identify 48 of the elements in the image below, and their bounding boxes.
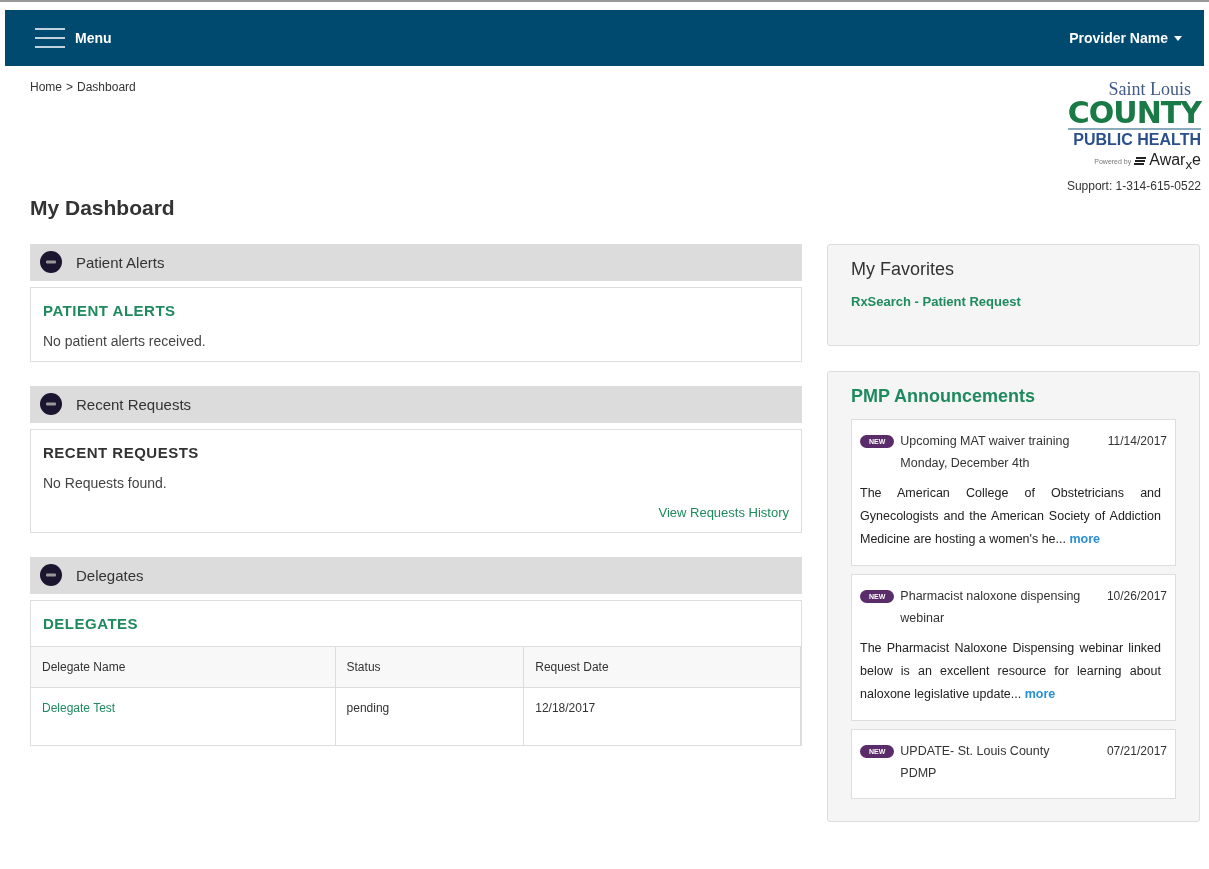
column-header: Status [335,646,524,687]
menu-button[interactable]: Menu [35,28,112,48]
more-link[interactable]: more [1024,686,1056,701]
panel-header-label: Delegates [76,566,144,584]
breadcrumb-link[interactable]: Dashboard [77,80,136,192]
menu-icon [35,28,65,48]
card-title: My Favorites [851,258,956,280]
panel-header-label: Recent Requests [76,395,192,413]
column-header: Request Date [523,646,801,687]
panel-title: RECENT REQUESTS [43,443,200,461]
column-header: Delegate Name [31,646,336,687]
panel-title: PATIENT ALERTS [43,301,177,319]
panel-header[interactable]: Patient Alerts [30,243,802,281]
panel-header-label: Patient Alerts [76,253,165,271]
announcement-date: 11/14/2017 [1107,432,1167,450]
announcement-title: UPDATE- St. Louis County PDMP [900,742,1051,782]
table-cell: Delegate Test [31,687,336,745]
announcement-date: 07/21/2017 [1106,742,1167,760]
collapse-icon[interactable] [40,564,62,586]
more-link[interactable]: more [1069,531,1101,546]
announcement-title: Pharmacist naloxone dispensing webinar [900,587,1082,627]
page-title: My Dashboard [30,195,176,220]
support-phone: Support: 1-314-615-0522 [1066,179,1201,192]
empty-message: No Requests found. [43,474,168,491]
logo-text: Saint Louis [1108,80,1192,98]
breadcrumb-separator: > [66,80,74,96]
history-link[interactable]: View Requests History [658,504,789,520]
announcement-text: The Pharmacist Naloxone Dispensing webinar linked below is an excellent resource for learning about naloxone legislative update... more [860,639,1162,703]
logo-text: COUNTY [1067,98,1201,130]
announcement-title: Upcoming MAT waiver training Monday, December 4th [900,432,1071,472]
table-cell: pending [335,687,524,745]
card-title: PMP Announcements [851,385,1037,407]
panel-title: DELEGATES [43,614,140,632]
table-cell: 12/18/2017 [523,687,801,745]
collapse-icon[interactable] [40,393,62,415]
logo-text: PUBLIC HEALTH [1073,130,1201,148]
caret-icon [1174,35,1182,41]
empty-message: No patient alerts received. [43,332,207,349]
panel-header[interactable]: Delegates [30,556,802,594]
stripes-icon [1134,156,1147,167]
announcement-date: 10/26/2017 [1106,587,1167,605]
announcement-text: The American College of Obstetricians and Gynecologists and the American Society of Addiction Medicine are hosting a women's he... more [860,484,1162,548]
breadcrumb-link[interactable]: Home [30,80,62,192]
collapse-icon[interactable] [40,251,62,273]
panel-header[interactable]: Recent Requests [30,385,802,423]
user-menu-button[interactable]: Provider Name [1069,30,1182,46]
brand-text: Awar$_{x}$e [1149,152,1201,172]
favorite-link[interactable]: RxSearch - Patient Request [851,293,1176,309]
